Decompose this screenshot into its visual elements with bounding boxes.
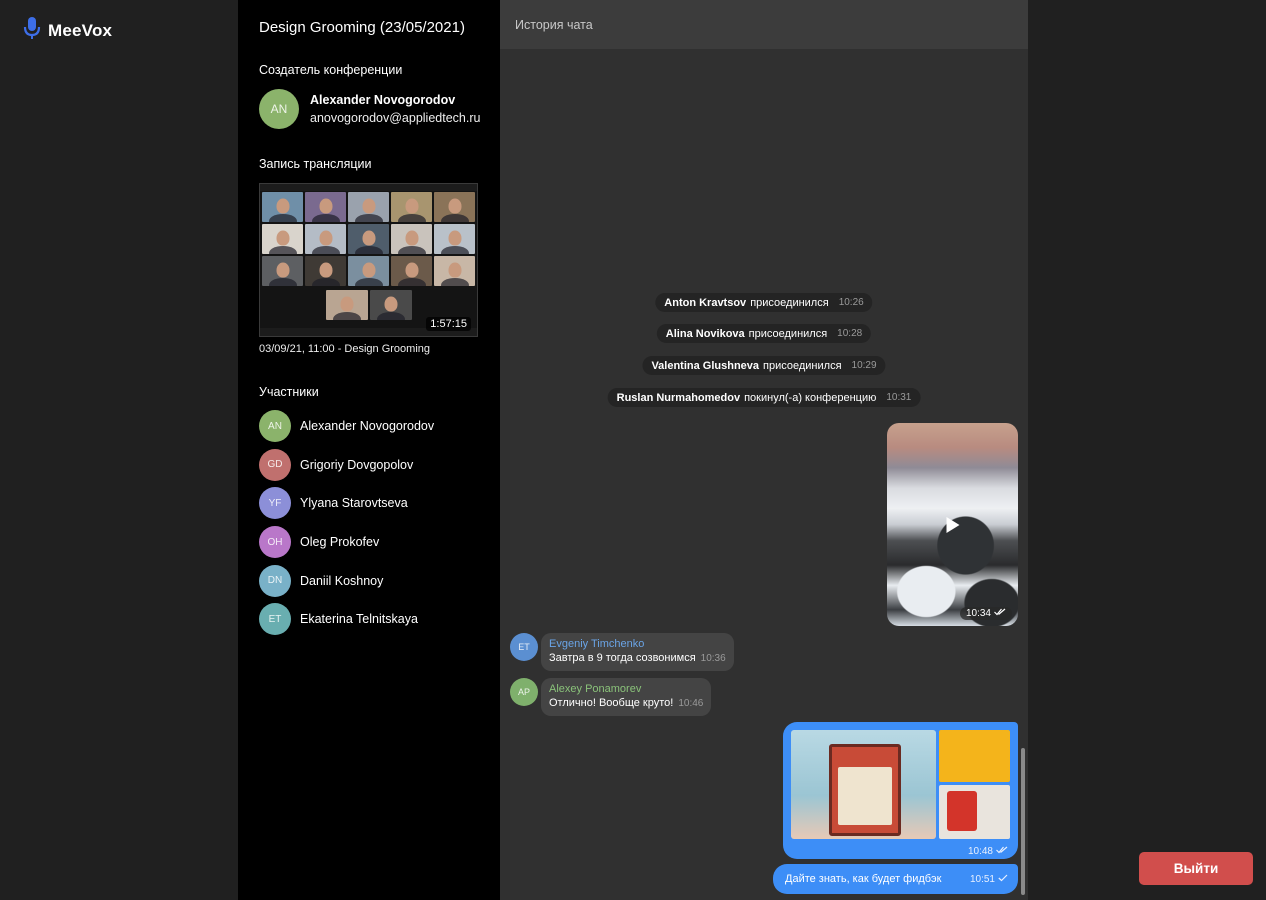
participant-item[interactable]: ET Ekaterina Telnitskaya — [259, 603, 434, 636]
participant-item[interactable]: GD Grigoriy Dovgopolov — [259, 448, 434, 481]
system-message-time: 10:26 — [838, 297, 864, 308]
participant-avatar: AN — [259, 410, 291, 442]
message-sender: Evgeniy Timchenko — [549, 638, 645, 650]
sender-avatar: AP — [510, 678, 538, 706]
system-message-time: 10:29 — [851, 360, 877, 371]
brand-name: MeeVox — [48, 20, 113, 40]
participant-avatar: DN — [259, 564, 291, 597]
creator-card: AN Alexander Novogorodov anovogorodov@ap… — [259, 89, 480, 129]
chat-scrollbar[interactable] — [1021, 748, 1025, 895]
message-bubble[interactable]: Alexey Ponamorev Отлично! Вообще круто! 1… — [541, 678, 712, 716]
system-message-action: присоединился — [763, 359, 842, 372]
system-message-user: Valentina Glushneva — [651, 359, 760, 372]
system-message: Valentina Glushneva присоединился 10:29 — [642, 356, 886, 375]
system-message: Anton Kravtsov присоединился 10:26 — [655, 293, 873, 312]
participant-name: Grigoriy Dovgopolov — [300, 457, 414, 472]
message-bubble[interactable]: Evgeniy Timchenko Завтра в 9 тогда созво… — [541, 633, 734, 671]
participant-avatar: YF — [259, 487, 291, 520]
system-message-user: Anton Kravtsov — [664, 296, 747, 309]
creator-email: anovogorodov@appliedtech.ru — [310, 111, 481, 125]
video-message[interactable]: 10:34 — [887, 423, 1018, 626]
recording-video-grid — [262, 192, 477, 286]
chat-history-panel: История чата Anton Kravtsov присоединилс… — [500, 0, 1028, 900]
album-image-illustration[interactable] — [939, 785, 1010, 839]
message-time: 10:46 — [678, 698, 704, 709]
double-check-icon — [994, 608, 1006, 619]
creator-name: Alexander Novogorodov — [310, 93, 456, 107]
participant-name: Daniil Koshnoy — [300, 573, 384, 588]
message-time: 10:36 — [700, 653, 726, 664]
message-meta: 10:48 — [968, 846, 1008, 857]
microphone-icon — [22, 16, 42, 45]
creator-section-label: Создатель конференции — [259, 63, 403, 77]
exit-button[interactable]: Выйти — [1139, 852, 1253, 885]
incoming-message: ET Evgeniy Timchenko Завтра в 9 тогда со… — [510, 633, 734, 671]
recording-caption: 03/09/21, 11:00 - Design Grooming — [259, 343, 431, 355]
participant-name: Ylyana Starovtseva — [300, 496, 408, 511]
message-meta: 10:34 — [959, 607, 1012, 620]
participants-section-label: Участники — [259, 385, 319, 399]
recording-section-label: Запись трансляции — [259, 157, 372, 171]
conference-info-panel: Design Grooming (23/05/2021) Создатель к… — [238, 0, 500, 900]
message-time: 10:34 — [965, 608, 991, 619]
system-message-action: присоединился — [748, 327, 828, 340]
message-text: Завтра в 9 тогда созвонимся — [549, 652, 696, 664]
album-image-poster[interactable] — [939, 730, 1010, 782]
participant-item[interactable]: DN Daniil Koshnoy — [259, 564, 434, 597]
recording-video-row — [326, 290, 412, 320]
message-text: Отлично! Вообще круто! — [549, 697, 674, 709]
system-message-action: покинул(-а) конференцию — [744, 391, 877, 404]
check-icon — [998, 874, 1008, 885]
system-message-time: 10:28 — [837, 328, 863, 339]
participant-avatar: ET — [259, 603, 291, 636]
participant-item[interactable]: YF Ylyana Starovtseva — [259, 487, 434, 520]
message-sender: Alexey Ponamorev — [549, 683, 642, 695]
participant-name: Oleg Prokofev — [300, 535, 380, 550]
system-message-user: Alina Novikova — [665, 327, 745, 340]
app-root: MeeVox Design Grooming (23/05/2021) Созд… — [0, 0, 1266, 900]
outgoing-message[interactable]: Дайте знать, как будет фидбэк 10:51 — [773, 864, 1018, 894]
double-check-icon — [996, 846, 1008, 857]
participant-avatar: GD — [259, 448, 291, 481]
participants-list: AN Alexander Novogorodov GD Grigoriy Dov… — [259, 410, 434, 642]
system-message-user: Ruslan Nurmahomedov — [616, 391, 741, 404]
sender-avatar: ET — [510, 633, 538, 661]
brand-logo[interactable]: MeeVox — [22, 16, 112, 45]
system-message-action: присоединился — [750, 296, 829, 309]
system-message: Ruslan Nurmahomedov покинул(-а) конферен… — [607, 388, 921, 407]
incoming-message: AP Alexey Ponamorev Отлично! Вообще крут… — [510, 678, 712, 716]
album-message[interactable]: 10:48 — [783, 722, 1018, 859]
message-text: Дайте знать, как будет фидбэк — [785, 873, 942, 885]
participant-name: Alexander Novogorodov — [300, 419, 435, 433]
creator-avatar: AN — [259, 89, 299, 129]
system-message-time: 10:31 — [886, 392, 912, 403]
play-icon[interactable] — [946, 516, 959, 533]
system-message: Alina Novikova присоединился 10:28 — [656, 324, 872, 343]
participant-item[interactable]: OH Oleg Prokofev — [259, 526, 434, 559]
recording-duration: 1:57:15 — [426, 317, 471, 331]
participant-item[interactable]: AN Alexander Novogorodov — [259, 410, 434, 442]
recording-toolbar — [260, 184, 477, 191]
participant-avatar: OH — [259, 526, 291, 559]
recording-thumbnail[interactable]: 1:57:15 — [259, 183, 478, 337]
conference-title: Design Grooming (23/05/2021) — [259, 19, 465, 36]
chat-header: История чата — [500, 0, 1028, 49]
message-time: 10:51 — [969, 873, 995, 885]
message-time: 10:48 — [967, 846, 993, 857]
participant-name: Ekaterina Telnitskaya — [300, 612, 418, 627]
message-meta: 10:51 — [970, 874, 1008, 885]
album-image-matchbox[interactable] — [791, 730, 936, 839]
